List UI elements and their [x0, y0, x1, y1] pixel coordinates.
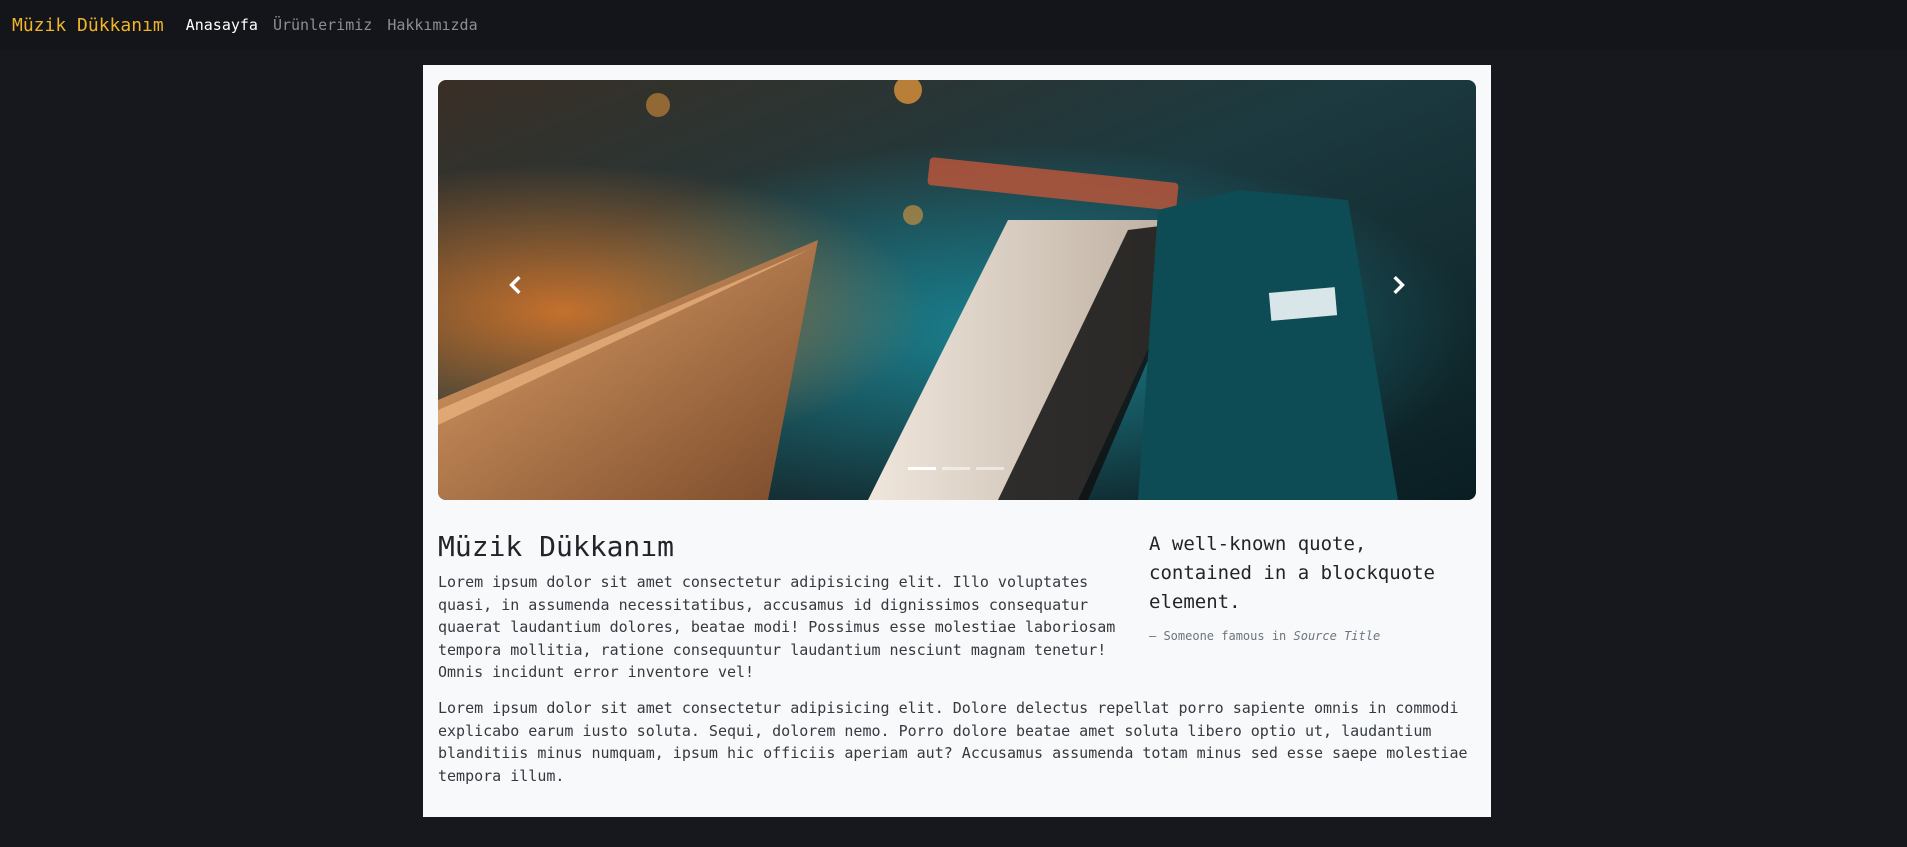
carousel-indicator-3[interactable] [976, 467, 1004, 470]
intro-paragraph: Lorem ipsum dolor sit amet consectetur a… [438, 573, 1116, 681]
navbar: Müzik Dükkanım Anasayfa Ürünlerimiz Hakk… [0, 0, 1907, 50]
carousel-indicator-2[interactable] [942, 467, 970, 470]
carousel-indicators [908, 467, 1004, 470]
carousel-indicator-1[interactable] [908, 467, 936, 470]
article-column: Müzik Dükkanım Lorem ipsum dolor sit ame… [438, 530, 1118, 684]
chevron-left-icon [509, 276, 521, 294]
body-paragraph: Lorem ipsum dolor sit amet consectetur a… [438, 699, 1468, 785]
blockquote-footer: — Someone famous in Source Title [1149, 629, 1479, 643]
carousel-next-button[interactable] [1373, 260, 1423, 310]
carousel-slide-image [438, 80, 1476, 500]
brand-logo[interactable]: Müzik Dükkanım [12, 15, 164, 36]
nav-link-anasayfa[interactable]: Anasayfa [186, 16, 258, 34]
nav-link-hakkimizda[interactable]: Hakkımızda [387, 16, 477, 34]
blockquote-source-title: Source Title [1293, 629, 1381, 643]
nav-link-urunlerimiz[interactable]: Ürünlerimiz [273, 16, 372, 34]
blockquote-author: — Someone famous in [1149, 629, 1294, 643]
page-title: Müzik Dükkanım [438, 530, 675, 563]
blockquote: A well-known quote, contained in a block… [1149, 530, 1479, 643]
image-carousel [438, 80, 1476, 500]
main-container: Müzik Dükkanım Lorem ipsum dolor sit ame… [423, 65, 1491, 817]
blockquote-text: A well-known quote, contained in a block… [1149, 533, 1435, 613]
chevron-right-icon [1393, 276, 1405, 294]
carousel-prev-button[interactable] [491, 260, 541, 310]
